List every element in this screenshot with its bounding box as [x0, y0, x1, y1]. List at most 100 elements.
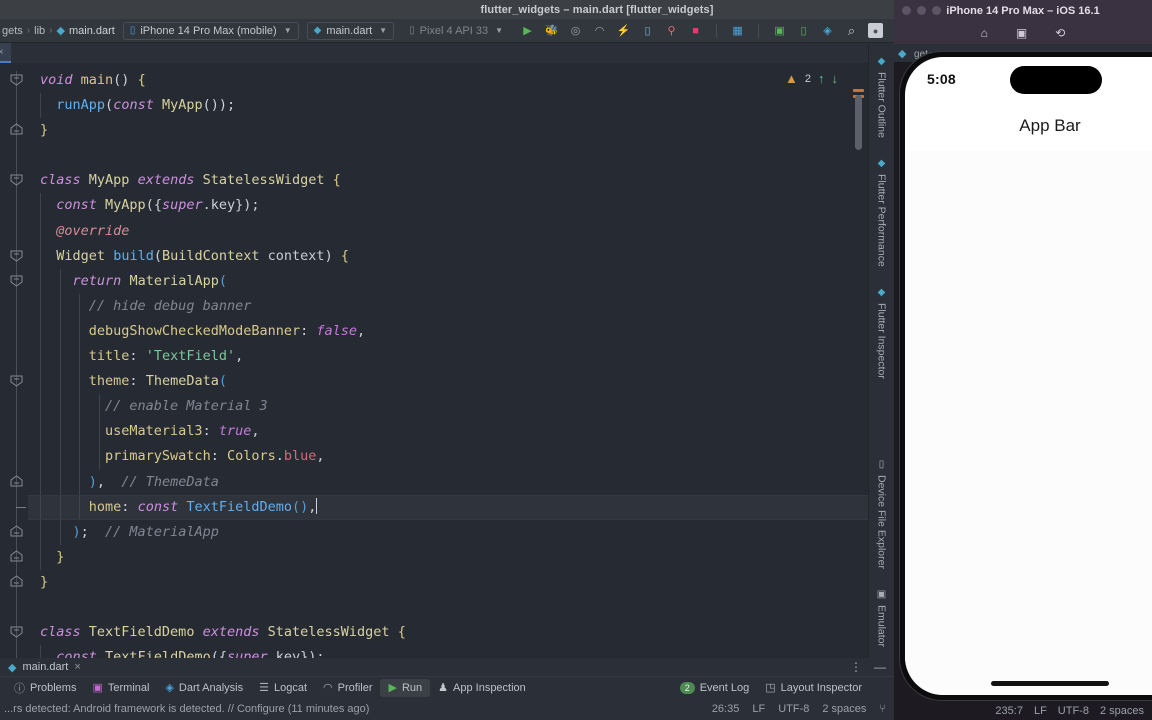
code-line[interactable]: }	[28, 570, 868, 595]
code-line[interactable]: primarySwatch: Colors.blue,	[28, 444, 868, 470]
flutter-inspect-icon[interactable]: ◈	[820, 23, 835, 38]
close-icon[interactable]: ×	[0, 47, 4, 58]
tab-event-log[interactable]: 2 Event Log	[672, 679, 758, 697]
code-line[interactable]: Widget build(BuildContext context) {	[28, 243, 868, 269]
close-icon[interactable]: ×	[74, 661, 80, 673]
code-line[interactable]: // enable Material 3	[28, 394, 868, 420]
fold-collapse-icon[interactable]	[10, 625, 23, 638]
debug-icon[interactable]: 🐝	[544, 23, 559, 38]
sidebar-item-emulator[interactable]: ▣ Emulator	[876, 583, 888, 661]
branch-icon[interactable]: ⑂	[879, 703, 886, 715]
code-line[interactable]: title: 'TextField',	[28, 344, 868, 370]
open-devtools-icon[interactable]: ▦	[730, 23, 745, 38]
stop-icon[interactable]: ■	[688, 23, 703, 38]
code-line[interactable]: useMaterial3: true,	[28, 419, 868, 445]
fold-expand-icon[interactable]	[10, 550, 23, 563]
sidebar-item-flutter-outline[interactable]: ◆ Flutter Outline	[876, 50, 888, 152]
search-icon[interactable]: ⌕	[844, 23, 859, 38]
maximize-button[interactable]	[932, 6, 941, 15]
sidebar-item-device-file-explorer[interactable]: ▯ Device File Explorer	[876, 453, 888, 583]
run-configuration-selector[interactable]: ◆ main.dart ▼	[306, 21, 395, 40]
secondary-device-selector[interactable]: ▯ Pixel 4 API 33 ▼	[402, 22, 510, 40]
indent-guide	[59, 519, 61, 545]
device-manager-icon[interactable]: ▯	[796, 23, 811, 38]
tab-run[interactable]: ▶ Run	[380, 678, 431, 697]
code-line[interactable]: @override	[28, 218, 868, 244]
coverage-icon[interactable]: ◎	[568, 23, 583, 38]
code-line[interactable]	[28, 595, 868, 620]
code-line[interactable]: class TextFieldDemo extends StatelessWid…	[28, 620, 868, 645]
fold-collapse-icon[interactable]	[10, 374, 23, 387]
previous-problem-icon[interactable]: ↑	[818, 71, 825, 86]
window-controls[interactable]	[902, 6, 941, 15]
editor-tab-main-dart[interactable]: art ×	[0, 43, 11, 63]
breadcrumb-item-1[interactable]: lib	[34, 25, 45, 37]
code-line[interactable]: void main() {	[28, 68, 868, 93]
code-line[interactable]: }	[28, 544, 868, 570]
attach-debugger-icon[interactable]: ⚲	[664, 23, 679, 38]
fold-collapse-icon[interactable]	[10, 173, 23, 187]
editor-vertical-scrollbar[interactable]	[855, 95, 862, 150]
tab-dart-analysis[interactable]: ◈ Dart Analysis	[157, 679, 251, 697]
profile-icon[interactable]: ◠	[592, 23, 607, 38]
home-indicator[interactable]	[991, 681, 1109, 686]
next-problem-icon[interactable]: ↓	[832, 71, 839, 86]
code-line[interactable]: runApp(const MyApp());	[28, 93, 868, 119]
avatar[interactable]: ●	[868, 23, 884, 38]
code-line[interactable]: // hide debug banner	[28, 293, 868, 319]
caret-position[interactable]: 26:35	[712, 703, 740, 715]
inspection-widget[interactable]: ▲ 2 ↑ ↓	[785, 71, 838, 86]
fold-expand-icon[interactable]	[10, 123, 23, 136]
code-content[interactable]: void main() { runApp(const MyApp());} cla…	[16, 63, 868, 668]
editor-gutter[interactable]	[0, 63, 28, 668]
code-line[interactable]: return MaterialApp(	[28, 268, 868, 294]
line-separator[interactable]: LF	[752, 703, 765, 715]
code-line[interactable]: theme: ThemeData(	[28, 369, 868, 395]
sidebar-item-flutter-inspector[interactable]: ◆ Flutter Inspector	[876, 281, 888, 393]
breadcrumb-separator: ›	[26, 25, 31, 36]
hot-restart-icon[interactable]: ▯	[640, 23, 655, 38]
breadcrumb-item-0[interactable]: gets	[2, 25, 23, 37]
tab-terminal[interactable]: ▣ Terminal	[84, 679, 157, 697]
breadcrumb-item-2[interactable]: main.dart	[69, 25, 115, 37]
file-encoding[interactable]: UTF-8	[778, 703, 809, 715]
code-line[interactable]: home: const TextFieldDemo(),	[16, 494, 868, 520]
sidebar-item-flutter-performance[interactable]: ◆ Flutter Performance	[876, 152, 888, 281]
tab-logcat[interactable]: ☰ Logcat	[251, 679, 315, 697]
breadcrumb[interactable]: gets › lib › ◆ main.dart	[2, 24, 115, 38]
screenshot-icon[interactable]: ▣	[1016, 26, 1027, 40]
fold-expand-icon[interactable]	[10, 525, 23, 538]
close-button[interactable]	[902, 6, 911, 15]
app-body[interactable]	[905, 151, 1152, 695]
code-line[interactable]: ); // MaterialApp	[28, 519, 868, 545]
code-line[interactable]: }	[28, 118, 868, 143]
code-line[interactable]: class MyApp extends StatelessWidget {	[28, 168, 868, 193]
terminal-icon[interactable]: ▣	[772, 23, 787, 38]
tab-app-inspection[interactable]: ♟ App Inspection	[430, 679, 534, 697]
code-line[interactable]	[28, 143, 868, 168]
code-line[interactable]: const MyApp({super.key});	[28, 193, 868, 219]
minimize-button[interactable]	[917, 6, 926, 15]
tab-layout-inspector[interactable]: ◳ Layout Inspector	[757, 679, 870, 697]
hot-reload-icon[interactable]: ⚡	[616, 23, 631, 38]
phone-screen[interactable]: 5:08 •••• ◐ App Bar	[905, 57, 1152, 695]
fold-collapse-icon[interactable]	[10, 274, 23, 287]
run-icon[interactable]: ▶	[520, 23, 535, 38]
code-editor[interactable]: void main() { runApp(const MyApp());} cla…	[0, 63, 868, 668]
home-icon[interactable]: ⌂	[981, 26, 988, 40]
code-line[interactable]: ), // ThemeData	[28, 469, 868, 495]
more-options-icon[interactable]: ⋮	[850, 660, 862, 674]
minimize-icon[interactable]: —	[874, 660, 886, 674]
tool-window-file-label[interactable]: main.dart	[22, 661, 68, 673]
fold-collapse-icon[interactable]	[10, 249, 23, 262]
indent-setting[interactable]: 2 spaces	[822, 703, 866, 715]
tab-profiler[interactable]: ◠ Profiler	[315, 679, 380, 697]
fold-collapse-icon[interactable]	[10, 73, 23, 86]
code-token: return	[72, 272, 122, 289]
code-line[interactable]: debugShowCheckedModeBanner: false,	[28, 318, 868, 345]
fold-expand-icon[interactable]	[10, 575, 23, 588]
fold-expand-icon[interactable]	[10, 474, 23, 488]
tab-problems[interactable]: ⓘ Problems	[6, 679, 84, 697]
device-selector[interactable]: ▯ iPhone 14 Pro Max (mobile) ▼	[122, 21, 299, 40]
rotate-icon[interactable]: ⟲	[1055, 26, 1065, 40]
